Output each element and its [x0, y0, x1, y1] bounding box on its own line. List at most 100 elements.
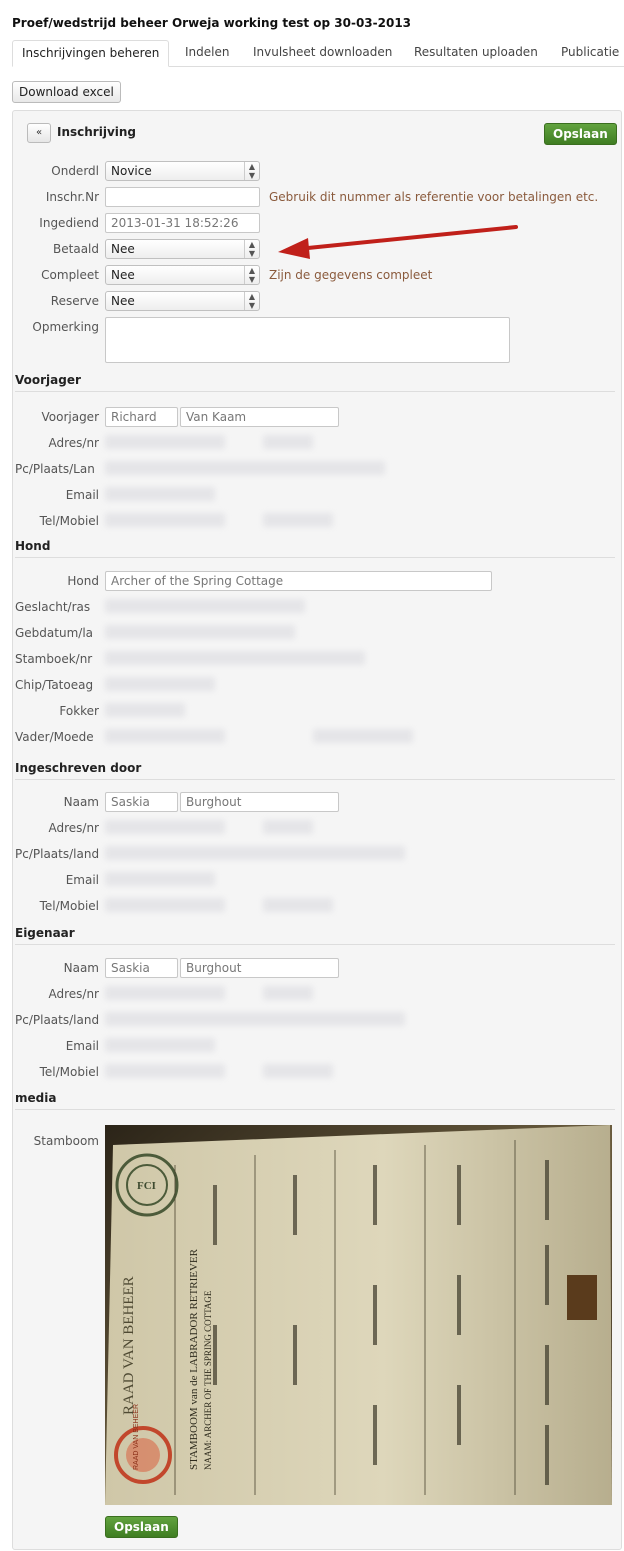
onderdl-label: Onderdl	[51, 164, 99, 178]
compleet-select[interactable]: Nee ▲ ▼	[105, 265, 260, 285]
eigenaar-first-input[interactable]: Saskia	[105, 958, 178, 978]
eigenaar-last-input[interactable]: Burghout	[180, 958, 339, 978]
row-geslacht: Geslacht/ras	[13, 597, 621, 617]
opmerking-label: Opmerking	[32, 320, 99, 334]
row-inschr-nr: Inschr.Nr Gebruik dit nummer als referen…	[13, 187, 621, 207]
row-voorjager-pc: Pc/Plaats/Lan	[13, 459, 621, 479]
row-compleet: Compleet Nee ▲ ▼ Zijn de gegevens complee…	[13, 265, 621, 285]
hond-label: Hond	[67, 574, 99, 588]
voorjager-first-input[interactable]: Richard	[105, 407, 178, 427]
tab-invulsheet-downloaden[interactable]: Invulsheet downloaden	[244, 40, 401, 65]
row-eigenaar-tel: Tel/Mobiel	[13, 1062, 621, 1082]
geslacht-label: Geslacht/ras	[15, 600, 91, 614]
tab-bar: Inschrijvingen beheren Indelen Invulshee…	[12, 40, 624, 67]
row-vader: Vader/Moede	[13, 727, 621, 747]
row-fokker: Fokker	[13, 701, 621, 721]
gebdatum-label: Gebdatum/la	[15, 626, 93, 640]
hond-input[interactable]: Archer of the Spring Cottage	[105, 571, 492, 591]
redacted-field	[105, 677, 215, 691]
voorjager-label: Voorjager	[41, 410, 99, 424]
row-ingeschreven-adres: Adres/nr	[13, 818, 621, 838]
fci-logo: FCI	[137, 1180, 156, 1192]
row-reserve: Reserve Nee ▲ ▼	[13, 291, 621, 311]
adres-label: Adres/nr	[48, 436, 99, 450]
compleet-label: Compleet	[41, 268, 99, 282]
row-gebdatum: Gebdatum/la	[13, 623, 621, 643]
section-ingeschreven: Ingeschreven door	[15, 761, 615, 780]
select-arrows-icon: ▲ ▼	[244, 292, 259, 310]
naam-label: Naam	[63, 795, 99, 809]
doc-org-title: RAAD VAN BEHEER	[121, 1276, 137, 1415]
section-hond: Hond	[15, 539, 615, 558]
download-excel-button[interactable]: Download excel	[12, 81, 121, 103]
tab-publicatie[interactable]: Publicatie	[552, 40, 624, 65]
redacted-field	[105, 1038, 215, 1052]
section-voorjager: Voorjager	[15, 373, 615, 392]
ingeschreven-first-input[interactable]: Saskia	[105, 792, 178, 812]
betaald-label: Betaald	[53, 242, 99, 256]
save-button-bottom[interactable]: Opslaan	[105, 1516, 178, 1538]
page-title: Proef/wedstrijd beheer Orweja working te…	[12, 16, 412, 30]
redacted-field	[263, 513, 333, 527]
row-eigenaar-pc: Pc/Plaats/land	[13, 1010, 621, 1030]
ingediend-label: Ingediend	[39, 216, 99, 230]
red-arrow-icon	[278, 225, 518, 259]
vader-label: Vader/Moede	[15, 730, 94, 744]
row-voorjager-email: Email	[13, 485, 621, 505]
row-ingeschreven-tel: Tel/Mobiel	[13, 896, 621, 916]
ingediend-input[interactable]: 2013-01-31 18:52:26	[105, 213, 260, 233]
reserve-label: Reserve	[50, 294, 99, 308]
redacted-field	[313, 729, 413, 743]
email-label: Email	[65, 1039, 99, 1053]
select-arrows-icon: ▲ ▼	[244, 266, 259, 284]
row-eigenaar-adres: Adres/nr	[13, 984, 621, 1004]
redacted-field	[105, 1064, 225, 1078]
inschr-nr-label: Inschr.Nr	[45, 190, 99, 204]
redacted-field	[105, 435, 225, 449]
doc-stamboom-heading: STAMBOOM van de LABRADOR RETRIEVER	[188, 1248, 200, 1470]
section-eigenaar: Eigenaar	[15, 926, 615, 945]
row-opmerking: Opmerking	[13, 317, 621, 363]
select-arrows-icon: ▲ ▼	[244, 162, 259, 180]
redacted-field	[105, 461, 385, 475]
inschr-nr-input[interactable]	[105, 187, 260, 207]
tab-resultaten-uploaden[interactable]: Resultaten uploaden	[405, 40, 547, 65]
row-onderdl: Onderdl Novice ▲ ▼	[13, 161, 621, 181]
opmerking-textarea[interactable]	[105, 317, 510, 363]
tel-label: Tel/Mobiel	[39, 899, 99, 913]
ingeschreven-last-input[interactable]: Burghout	[180, 792, 339, 812]
inschrijving-panel: « Inschrijving Opslaan Onderdl Novice ▲ ▼…	[12, 110, 622, 1550]
row-eigenaar-naam: Naam Saskia Burghout	[13, 958, 621, 978]
tab-inschrijvingen-beheren[interactable]: Inschrijvingen beheren	[12, 40, 170, 67]
reserve-value: Nee	[111, 294, 135, 308]
back-icon[interactable]: «	[27, 123, 51, 143]
row-hond-naam: Hond Archer of the Spring Cottage	[13, 571, 621, 591]
redacted-field	[105, 729, 225, 743]
redacted-field	[105, 651, 365, 665]
onderdl-select[interactable]: Novice ▲ ▼	[105, 161, 260, 181]
betaald-select[interactable]: Nee ▲ ▼	[105, 239, 260, 259]
email-label: Email	[65, 488, 99, 502]
reserve-select[interactable]: Nee ▲ ▼	[105, 291, 260, 311]
tab-indelen[interactable]: Indelen	[176, 40, 238, 65]
redacted-field	[263, 1064, 333, 1078]
adres-label: Adres/nr	[48, 821, 99, 835]
redacted-field	[263, 898, 333, 912]
redacted-field	[105, 872, 215, 886]
compleet-hint: Zijn de gegevens compleet	[269, 268, 433, 282]
fokker-label: Fokker	[59, 704, 99, 718]
redacted-field	[105, 846, 405, 860]
doc-seal: RAAD VAN BEHEER	[133, 1404, 140, 1470]
pc-label: Pc/Plaats/land	[15, 1013, 100, 1027]
voorjager-last-input[interactable]: Van Kaam	[180, 407, 339, 427]
compleet-value: Nee	[111, 268, 135, 282]
row-voorjager-naam: Voorjager Richard Van Kaam	[13, 407, 621, 427]
doc-naam-line: NAAM: ARCHER OF THE SPRING COTTAGE	[203, 1290, 213, 1470]
redacted-field	[105, 625, 295, 639]
row-chip: Chip/Tatoeag	[13, 675, 621, 695]
save-button-top[interactable]: Opslaan	[544, 123, 617, 145]
redacted-field	[105, 703, 185, 717]
panel-title: Inschrijving	[57, 125, 137, 139]
stamboom-image[interactable]: FCI RAAD VAN BEHEER STAMBOOM van de LABR…	[105, 1125, 612, 1505]
row-ingeschreven-email: Email	[13, 870, 621, 890]
